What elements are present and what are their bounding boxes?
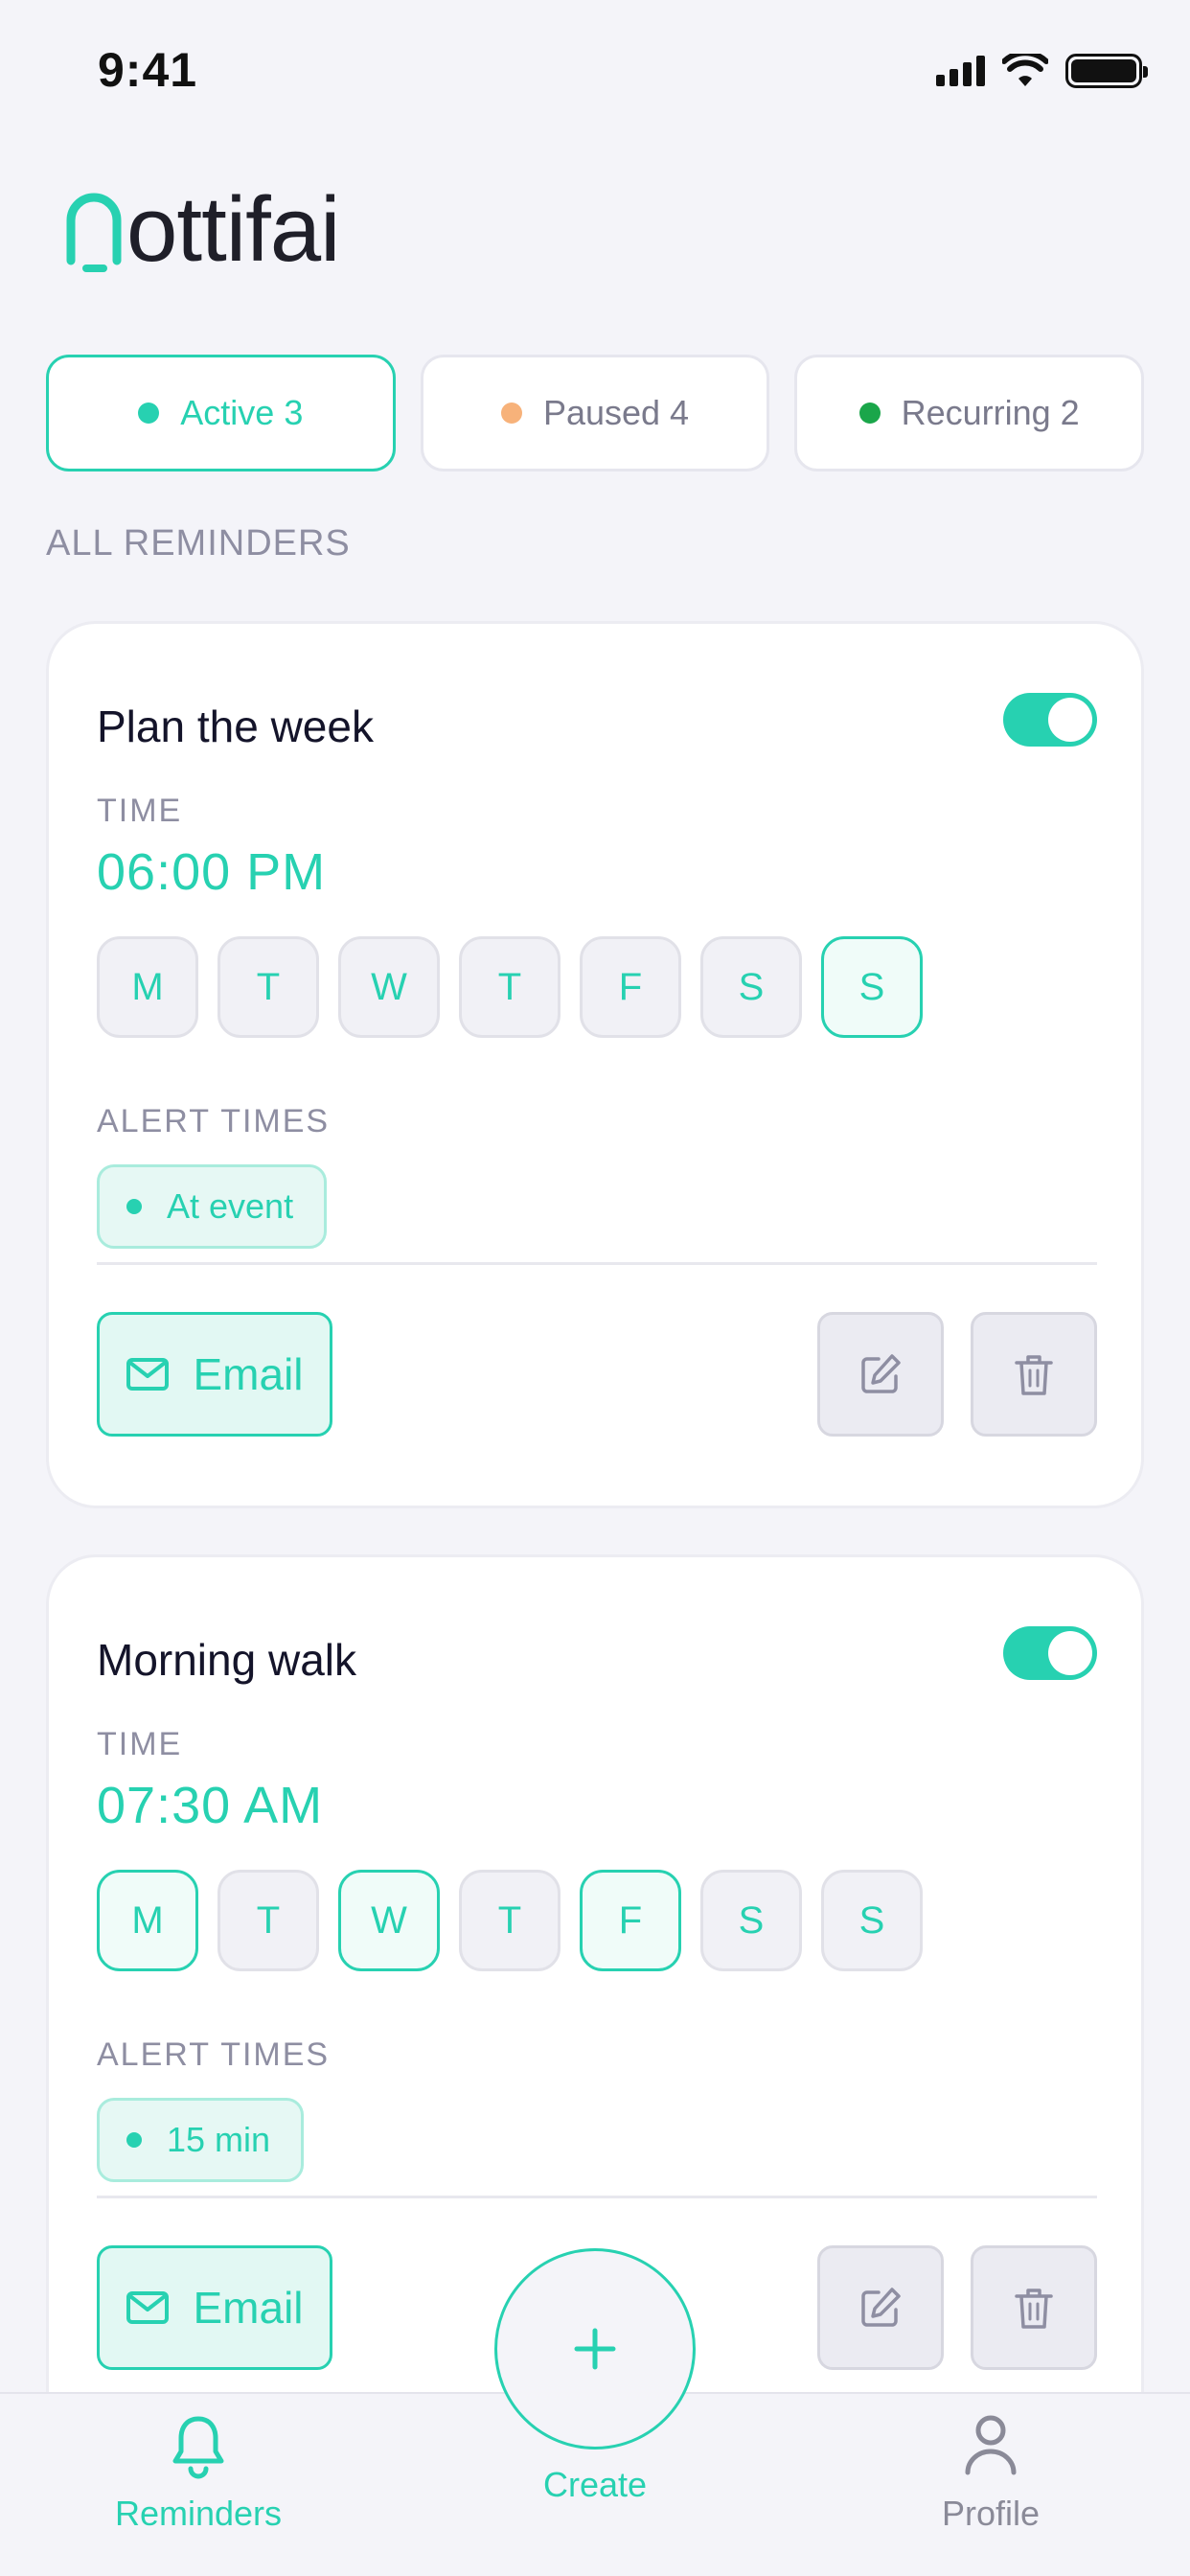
create-tab-label[interactable]: Create — [499, 2465, 691, 2505]
day-toggle-fri[interactable]: F — [580, 936, 681, 1038]
logo-bell-mark-icon — [66, 193, 122, 272]
reminder-title: Plan the week — [97, 702, 374, 751]
time-label: TIME — [97, 793, 183, 829]
filter-tab-label: Recurring 2 — [901, 393, 1080, 432]
day-toggle-sat[interactable]: S — [700, 936, 802, 1038]
plus-icon — [574, 2328, 616, 2370]
weekday-selector: M T W T F S S — [97, 936, 923, 1038]
create-reminder-button[interactable] — [494, 2248, 696, 2450]
alert-time-chip[interactable]: 15 min — [97, 2098, 305, 2182]
alert-times-label: ALERT TIMES — [97, 1103, 331, 1139]
day-toggle-thu[interactable]: T — [459, 936, 561, 1038]
day-toggle-fri[interactable]: F — [580, 1870, 681, 1971]
chip-dot — [126, 1199, 142, 1214]
day-toggle-sat[interactable]: S — [700, 1870, 802, 1971]
mail-icon — [126, 1358, 170, 1391]
edit-reminder-button[interactable] — [817, 2245, 944, 2370]
filter-tab-recurring[interactable]: Recurring 2 — [794, 355, 1145, 472]
trash-icon — [1015, 2288, 1053, 2329]
status-dot — [500, 402, 522, 424]
reminder-enabled-toggle[interactable] — [1003, 1626, 1097, 1680]
filter-tab-label: Paused 4 — [542, 393, 690, 432]
alert-time-text: At event — [167, 1186, 294, 1226]
status-time: 9:41 — [98, 43, 198, 97]
app-logo: ottifai — [65, 171, 340, 281]
battery-icon — [1065, 54, 1148, 88]
edit-icon — [861, 1354, 901, 1393]
day-toggle-sun[interactable]: S — [821, 936, 923, 1038]
bell-icon — [172, 2416, 224, 2479]
filter-tab-label: Active 3 — [180, 393, 304, 432]
card-divider — [97, 1262, 1097, 1265]
filter-tab-active[interactable]: Active 3 — [46, 355, 396, 472]
day-toggle-mon[interactable]: M — [97, 936, 198, 1038]
reminder-time: 07:30 AM — [97, 1777, 324, 1834]
status-bar: 9:41 — [0, 0, 1190, 144]
wifi-icon — [1002, 54, 1048, 86]
tab-label: Reminders — [114, 2494, 283, 2533]
chip-dot — [126, 2132, 142, 2148]
trash-icon — [1015, 1355, 1053, 1395]
reminder-time: 06:00 PM — [97, 843, 327, 901]
alert-time-chip[interactable]: At event — [97, 1164, 328, 1249]
day-toggle-thu[interactable]: T — [459, 1870, 561, 1971]
day-toggle-wed[interactable]: W — [338, 936, 440, 1038]
day-toggle-mon[interactable]: M — [97, 1870, 198, 1971]
weekday-selector: M T W T F S S — [97, 1870, 923, 1971]
section-title: ALL REMINDERS — [46, 523, 351, 564]
day-toggle-sun[interactable]: S — [821, 1870, 923, 1971]
card-divider — [97, 2196, 1097, 2198]
day-toggle-wed[interactable]: W — [338, 1870, 440, 1971]
day-toggle-tue[interactable]: T — [217, 1870, 319, 1971]
filter-tab-paused[interactable]: Paused 4 — [420, 355, 770, 472]
delete-reminder-button[interactable] — [971, 2245, 1097, 2370]
time-label: TIME — [97, 1726, 183, 1762]
status-icons — [936, 54, 1148, 88]
app-screen: 9:41 ottifai Active 3 Paused 4 Recurring… — [0, 0, 1190, 2576]
filter-tabs: Active 3 Paused 4 Recurring 2 — [46, 355, 1145, 472]
email-channel-button[interactable]: Email — [97, 1312, 332, 1437]
logo-text: ottifai — [126, 178, 340, 281]
reminder-title: Morning walk — [97, 1635, 356, 1685]
day-toggle-tue[interactable]: T — [217, 936, 319, 1038]
edit-icon — [861, 2288, 901, 2327]
edit-reminder-button[interactable] — [817, 1312, 944, 1437]
email-channel-label: Email — [193, 1349, 304, 1399]
tab-label: Profile — [941, 2494, 1041, 2533]
reminder-enabled-toggle[interactable] — [1003, 693, 1097, 747]
mail-icon — [126, 2291, 170, 2324]
email-channel-button[interactable]: Email — [97, 2245, 332, 2370]
delete-reminder-button[interactable] — [971, 1312, 1097, 1437]
status-dot — [138, 402, 160, 424]
email-channel-label: Email — [193, 2283, 304, 2333]
cellular-signal-icon — [936, 56, 985, 86]
user-icon — [965, 2415, 1017, 2475]
tab-profile[interactable]: Profile — [895, 2413, 1087, 2534]
alert-times-label: ALERT TIMES — [97, 2036, 331, 2073]
alert-time-text: 15 min — [167, 2120, 271, 2159]
reminder-card: Plan the week TIME 06:00 PM M T W T F S … — [46, 621, 1144, 1508]
tab-reminders[interactable]: Reminders — [90, 2413, 307, 2534]
status-dot — [858, 402, 881, 424]
